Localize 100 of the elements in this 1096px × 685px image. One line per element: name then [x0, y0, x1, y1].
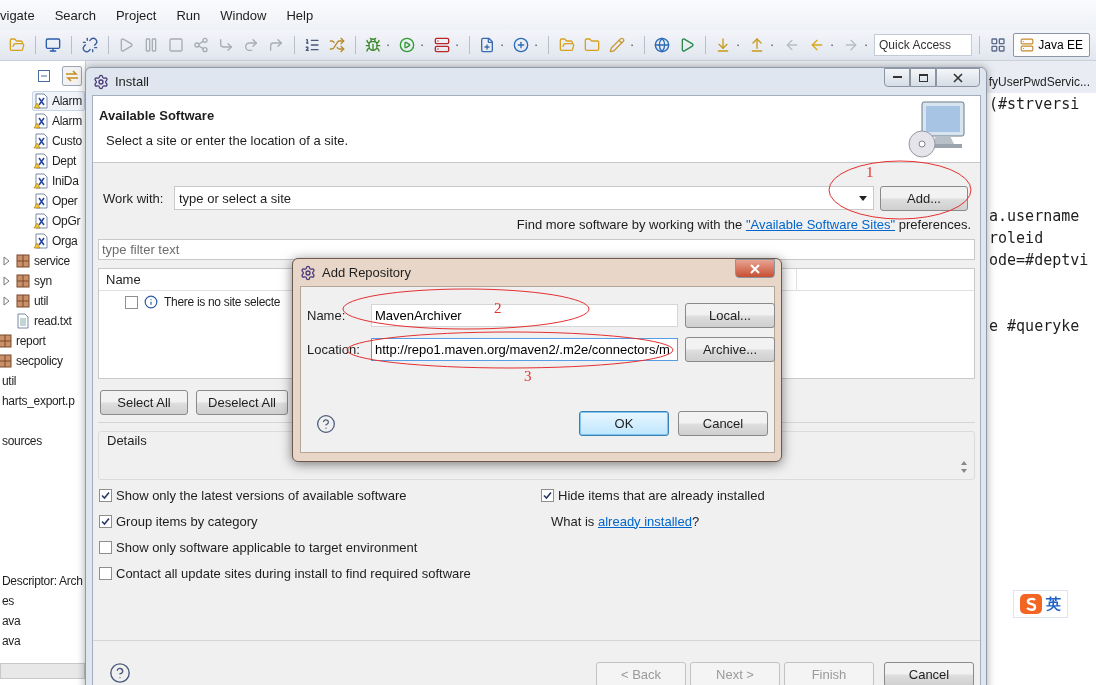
- tree-item[interactable]: secpolicy: [0, 351, 85, 371]
- minimize-icon[interactable]: [892, 76, 902, 79]
- class-file-icon: [33, 133, 49, 149]
- gear-icon: [300, 264, 316, 281]
- list-icon[interactable]: [304, 37, 321, 53]
- add-button[interactable]: Add...: [880, 185, 968, 211]
- tree-item-label: Dept: [52, 154, 77, 168]
- browse-button[interactable]: Local...: [685, 303, 775, 328]
- server-icon[interactable]: [433, 37, 450, 53]
- text-field[interactable]: http://repo1.maven.org/maven2/.m2e/connectors/m: [371, 338, 678, 361]
- pencil-icon[interactable]: [608, 37, 625, 53]
- checkbox[interactable]: [99, 488, 112, 502]
- tree-item[interactable]: es: [1, 591, 85, 611]
- package-icon: [0, 353, 13, 369]
- spinner-icon[interactable]: [960, 459, 968, 475]
- browse-button[interactable]: Archive...: [685, 337, 775, 362]
- shuffle-icon[interactable]: [329, 37, 346, 53]
- work-with-label: Work with:: [102, 190, 165, 206]
- minimize-button[interactable]: [884, 68, 910, 87]
- tree-item[interactable]: ava: [1, 631, 85, 651]
- link-editor-icon[interactable]: [62, 66, 82, 86]
- checkbox[interactable]: [99, 540, 112, 554]
- ime-mode-label[interactable]: 英: [1046, 594, 1061, 614]
- quick-access-field[interactable]: Quick Access: [874, 34, 973, 56]
- folder-icon[interactable]: [583, 37, 600, 53]
- tree-item[interactable]: harts_export.p: [1, 391, 85, 411]
- tree-item-label: Alarm: [52, 114, 82, 128]
- tree-item-label: OpGr: [52, 214, 81, 228]
- tree-item[interactable]: OpGr: [32, 211, 85, 231]
- close-button[interactable]: [735, 259, 775, 278]
- step-return-icon[interactable]: [267, 37, 284, 53]
- scrollbar[interactable]: [0, 663, 85, 679]
- link[interactable]: "Available Software Sites": [745, 217, 896, 232]
- ime-logo-icon[interactable]: [1020, 594, 1042, 614]
- tree-item-label: ava: [2, 614, 21, 628]
- open-perspective-icon[interactable]: [990, 37, 1007, 53]
- select-button[interactable]: Select All: [100, 390, 188, 415]
- tree-item-label: Oper: [52, 194, 78, 208]
- perspective-button[interactable]: Java EE: [1013, 33, 1090, 57]
- unlink-icon[interactable]: [81, 37, 98, 53]
- file-plus-icon[interactable]: [479, 37, 496, 53]
- menu-item[interactable]: Help: [286, 7, 314, 23]
- dialog-button[interactable]: Cancel: [678, 411, 768, 436]
- tree-item[interactable]: report: [0, 331, 85, 351]
- checkbox[interactable]: [99, 566, 112, 580]
- tree-item[interactable]: Oper: [32, 191, 85, 211]
- run-icon[interactable]: [399, 37, 416, 53]
- tree-item[interactable]: syn: [0, 271, 85, 291]
- nav-button[interactable]: Cancel: [884, 662, 974, 685]
- tree-item[interactable]: util: [1, 371, 85, 391]
- checkbox[interactable]: [125, 295, 138, 309]
- dialog-button[interactable]: OK: [579, 411, 669, 436]
- site-combo[interactable]: type or select a site: [174, 186, 874, 210]
- tree-item-label: sources: [2, 434, 42, 448]
- close-icon[interactable]: [953, 72, 963, 83]
- menu-item[interactable]: Window: [220, 7, 267, 23]
- monitor-icon[interactable]: [45, 37, 62, 53]
- link[interactable]: already installed: [597, 513, 692, 529]
- folder-open-icon[interactable]: [9, 37, 25, 53]
- close-button[interactable]: [936, 68, 980, 87]
- share-icon[interactable]: [192, 37, 209, 53]
- play-icon[interactable]: [679, 37, 696, 53]
- maximize-icon[interactable]: [918, 73, 928, 82]
- tree-item[interactable]: service: [0, 251, 85, 271]
- checkbox[interactable]: [541, 488, 554, 502]
- tree-item[interactable]: Orga: [32, 231, 85, 251]
- menu-item[interactable]: Run: [176, 7, 201, 23]
- tree-item-label: util: [2, 374, 17, 388]
- stop-icon[interactable]: [167, 37, 184, 53]
- tree-item[interactable]: IniDa: [32, 171, 85, 191]
- circle-plus-icon[interactable]: [513, 37, 530, 53]
- bug-icon[interactable]: [365, 37, 382, 53]
- checkbox-label: Group items by category: [116, 513, 258, 529]
- tree-item[interactable]: Dept: [32, 151, 85, 171]
- tree-item[interactable]: read.txt: [14, 311, 85, 331]
- window-title: Add Repository: [322, 265, 411, 280]
- table-cell: There is no site selecte: [164, 295, 281, 309]
- folder-open-icon[interactable]: [558, 37, 575, 53]
- tree-item[interactable]: sources: [1, 431, 85, 451]
- caret-icon[interactable]: [859, 195, 867, 201]
- menu-item[interactable]: vigate: [0, 7, 35, 23]
- filter-field[interactable]: type filter text: [98, 239, 975, 260]
- help-icon[interactable]: [316, 413, 336, 434]
- tree-item[interactable]: Alarm: [32, 111, 85, 131]
- editor-tab[interactable]: fyUserPwdServic...: [982, 71, 1096, 93]
- tree-item[interactable]: Custo: [32, 131, 85, 151]
- tree-item[interactable]: Alarm: [32, 91, 85, 111]
- menu-item[interactable]: Search: [54, 7, 96, 23]
- maximize-button[interactable]: [910, 68, 936, 87]
- select-button[interactable]: Deselect All: [196, 390, 288, 415]
- menu-item[interactable]: Project: [115, 7, 157, 23]
- help-icon[interactable]: [109, 662, 131, 684]
- window-title: Install: [115, 74, 149, 89]
- globe-icon[interactable]: [654, 37, 671, 53]
- tree-item[interactable]: ava: [1, 611, 85, 631]
- step-into-icon[interactable]: [217, 37, 234, 53]
- code-line: roleid: [989, 228, 1045, 249]
- tree-item[interactable]: util: [0, 291, 85, 311]
- checkbox[interactable]: [99, 514, 112, 528]
- step-over-icon[interactable]: [242, 37, 259, 53]
